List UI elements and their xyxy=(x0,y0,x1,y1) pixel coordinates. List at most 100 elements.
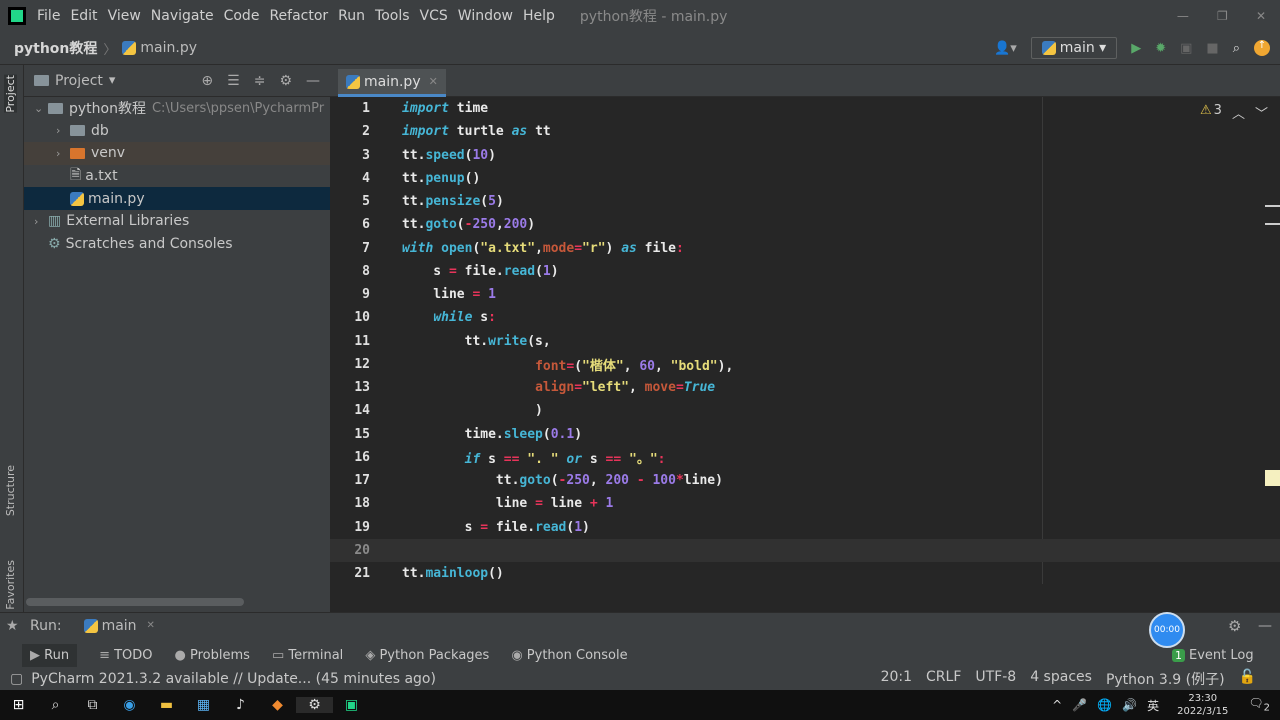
code-line[interactable]: 6 tt.goto(-250,200) xyxy=(330,213,1280,236)
code-line[interactable]: 16 if s == ". " or s == "。": xyxy=(330,446,1280,469)
tree-item[interactable]: main.py xyxy=(24,187,330,210)
caret-position[interactable]: 20:1 xyxy=(881,669,912,689)
file-explorer-icon[interactable]: ▬ xyxy=(148,697,185,713)
tab-main-py[interactable]: main.py ✕ xyxy=(338,69,446,97)
tool-tab-python-console[interactable]: ◉ Python Console xyxy=(511,648,627,663)
line-number[interactable]: 17 xyxy=(330,473,370,488)
line-number[interactable]: 8 xyxy=(330,264,370,279)
microphone-icon[interactable]: 🎤 xyxy=(1072,698,1087,712)
lock-icon[interactable]: 🔓 xyxy=(1239,669,1256,689)
code-line[interactable]: 19 s = file.read(1) xyxy=(330,516,1280,539)
search-icon[interactable]: ⌕ xyxy=(1233,41,1240,56)
tray-chevron-icon[interactable]: ^ xyxy=(1052,698,1062,712)
chevron-right-icon[interactable]: › xyxy=(56,147,70,160)
code-line[interactable]: 4 tt.penup() xyxy=(330,167,1280,190)
tool-tab-problems[interactable]: ● Problems xyxy=(175,648,250,663)
code-line[interactable]: 5 tt.pensize(5) xyxy=(330,190,1280,213)
run-config-select[interactable]: main ▾ xyxy=(1030,37,1118,59)
breadcrumb-project[interactable]: python教程 xyxy=(14,38,97,58)
tree-item[interactable]: 🗎 a.txt xyxy=(24,165,330,188)
menu-edit[interactable]: Edit xyxy=(70,8,97,24)
menu-vcs[interactable]: VCS xyxy=(420,8,448,24)
indent-setting[interactable]: 4 spaces xyxy=(1030,669,1092,689)
store-icon[interactable]: ▦ xyxy=(185,697,222,713)
settings-icon[interactable]: ⚙ xyxy=(296,697,333,713)
edge-icon[interactable]: ◉ xyxy=(111,697,148,713)
status-message[interactable]: PyCharm 2021.3.2 available // Update... … xyxy=(31,671,436,687)
stop-icon[interactable]: ■ xyxy=(1206,41,1218,56)
windows-start-icon[interactable]: ⊞ xyxy=(0,697,37,713)
menu-run[interactable]: Run xyxy=(338,8,365,24)
collapse-all-icon[interactable]: ≑ xyxy=(254,73,266,89)
update-icon[interactable]: ↑ xyxy=(1254,40,1270,56)
user-icon[interactable]: 👤▾ xyxy=(994,41,1017,56)
tool-tab-python-packages[interactable]: ◈ Python Packages xyxy=(365,648,489,663)
code-line[interactable]: 18 line = line + 1 xyxy=(330,492,1280,515)
tree-item[interactable]: ⚙ Scratches and Consoles xyxy=(24,233,330,256)
chevron-right-icon[interactable]: › xyxy=(34,215,48,228)
breadcrumb-file[interactable]: main.py xyxy=(140,40,197,56)
expand-all-icon[interactable]: ☰ xyxy=(227,73,240,89)
code-line[interactable]: 13 align="left", move=True xyxy=(330,376,1280,399)
line-number[interactable]: 5 xyxy=(330,194,370,209)
search-icon[interactable]: ⌕ xyxy=(37,697,74,713)
tree-item[interactable]: › venv xyxy=(24,142,330,165)
menu-help[interactable]: Help xyxy=(523,8,555,24)
ime-indicator[interactable]: 英 xyxy=(1147,697,1159,714)
code-line[interactable]: 2 import turtle as tt xyxy=(330,120,1280,143)
network-icon[interactable]: 🌐 xyxy=(1097,698,1112,712)
debug-icon[interactable]: ✹ xyxy=(1155,41,1166,56)
tree-item[interactable]: › ▥ External Libraries xyxy=(24,210,330,233)
code-line[interactable]: 15 time.sleep(0.1) xyxy=(330,423,1280,446)
hide-icon[interactable]: — xyxy=(306,73,320,89)
line-number[interactable]: 20 xyxy=(330,543,370,558)
gear-icon[interactable]: ⚙ xyxy=(279,73,292,89)
line-number[interactable]: 3 xyxy=(330,148,370,163)
task-view-icon[interactable]: ⧉ xyxy=(74,697,111,713)
tiktok-icon[interactable]: ♪ xyxy=(222,697,259,713)
python-interpreter[interactable]: Python 3.9 (例子) xyxy=(1106,669,1225,689)
tool-tab-run[interactable]: ▶ Run xyxy=(22,644,78,667)
code-line[interactable]: 12 font=("楷体", 60, "bold"), xyxy=(330,353,1280,376)
line-number[interactable]: 12 xyxy=(330,357,370,372)
line-number[interactable]: 21 xyxy=(330,566,370,581)
code-line[interactable]: 8 s = file.read(1) xyxy=(330,260,1280,283)
file-encoding[interactable]: UTF-8 xyxy=(975,669,1016,689)
line-number[interactable]: 9 xyxy=(330,287,370,302)
code-line[interactable]: 11 tt.write(s, xyxy=(330,330,1280,353)
close-tab-icon[interactable]: ✕ xyxy=(429,75,438,88)
event-log-button[interactable]: 1 Event Log xyxy=(1172,648,1254,663)
chevron-down-icon[interactable]: ⌄ xyxy=(34,102,48,115)
tab-favorites[interactable]: Favorites xyxy=(4,560,17,610)
code-area[interactable]: 1 import time 2 import turtle as tt 3 tt.spee… xyxy=(330,97,1280,585)
code-line[interactable]: 14 ) xyxy=(330,399,1280,422)
menu-navigate[interactable]: Navigate xyxy=(151,8,214,24)
close-run-tab-icon[interactable]: ✕ xyxy=(147,620,155,631)
run-tab-main[interactable]: main ✕ xyxy=(83,618,155,634)
line-number[interactable]: 2 xyxy=(330,124,370,139)
coverage-icon[interactable]: ▣ xyxy=(1180,41,1192,56)
minimize-button[interactable]: — xyxy=(1177,9,1189,23)
tab-structure[interactable]: Structure xyxy=(4,465,17,516)
tool-tab-terminal[interactable]: ▭ Terminal xyxy=(272,648,343,663)
chevron-right-icon[interactable]: › xyxy=(56,124,70,137)
line-number[interactable]: 16 xyxy=(330,450,370,465)
project-view-select[interactable]: Project xyxy=(55,73,103,89)
line-number[interactable]: 7 xyxy=(330,241,370,256)
code-line[interactable]: 1 import time xyxy=(330,97,1280,120)
pin-icon[interactable]: ★ xyxy=(6,618,19,634)
line-number[interactable]: 11 xyxy=(330,334,370,349)
status-toggle-icon[interactable]: ▢ xyxy=(10,671,23,687)
line-number[interactable]: 4 xyxy=(330,171,370,186)
menu-file[interactable]: File xyxy=(37,8,60,24)
line-number[interactable]: 13 xyxy=(330,380,370,395)
tool-tab-todo[interactable]: ≡ TODO xyxy=(99,648,152,663)
maximize-button[interactable]: ❐ xyxy=(1217,9,1228,23)
code-line[interactable]: 3 tt.speed(10) xyxy=(330,144,1280,167)
code-line[interactable]: 10 while s: xyxy=(330,306,1280,329)
code-line[interactable]: 20 xyxy=(330,538,1280,562)
hide-icon[interactable]: — xyxy=(1258,618,1272,634)
code-line[interactable]: 9 line = 1 xyxy=(330,283,1280,306)
notifications-icon[interactable]: 🗨2 xyxy=(1248,696,1270,713)
code-line[interactable]: 21 tt.mainloop() xyxy=(330,562,1280,585)
